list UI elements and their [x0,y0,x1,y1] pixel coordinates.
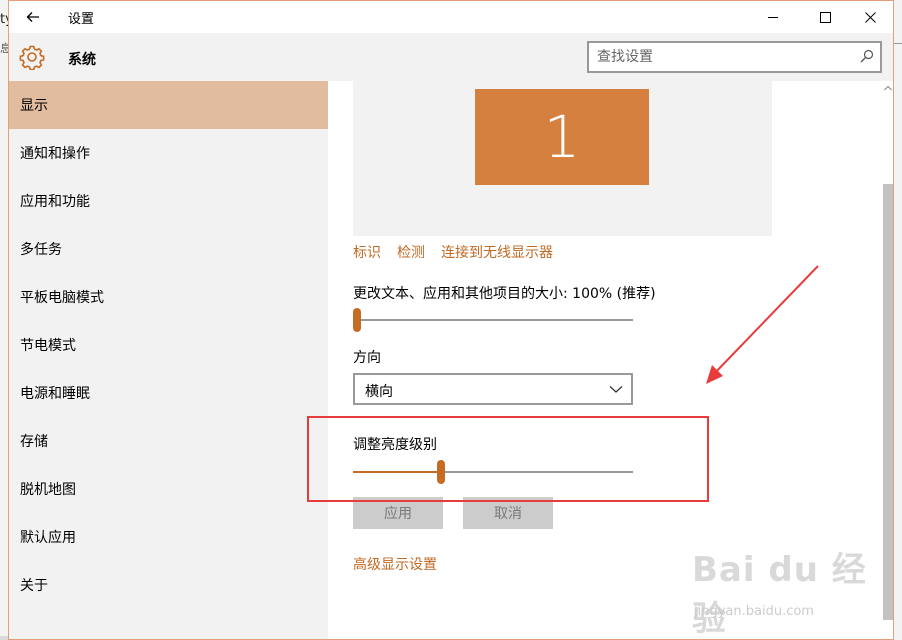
sidebar-item-apps-features[interactable]: 应用和功能 [9,177,328,225]
maximize-button[interactable] [802,1,848,33]
close-icon [864,11,876,23]
orientation-label: 方向 [353,350,381,366]
search-icon[interactable] [860,49,874,63]
scale-label: 更改文本、应用和其他项目的大小: 100% (推荐) [353,286,656,302]
annotation-highlight-box [307,416,709,502]
monitor-tile[interactable]: 1 [475,89,649,185]
display-preview: 1 [353,81,772,236]
scroll-up-button[interactable] [883,81,893,95]
slider-track [353,319,633,321]
background-divider [894,43,902,51]
window-title: 设置 [68,12,95,27]
sidebar-item-tablet-mode[interactable]: 平板电脑模式 [9,273,328,321]
sidebar-item-notifications[interactable]: 通知和操作 [9,129,328,177]
advanced-display-settings-link[interactable]: 高级显示设置 [353,554,437,574]
settings-header: 系统 [9,33,893,81]
page-title: 系统 [68,52,96,68]
sidebar-item-offline-maps[interactable]: 脱机地图 [9,465,328,513]
orientation-value: 横向 [365,384,393,400]
sidebar-item-about[interactable]: 关于 [9,561,328,609]
orientation-select[interactable]: 横向 [353,373,633,405]
scale-slider[interactable] [353,308,633,332]
display-actions: 标识 检测 连接到无线显示器 [353,242,553,262]
back-arrow-icon [26,12,39,22]
sidebar-item-power-sleep[interactable]: 电源和睡眠 [9,369,328,417]
background-app-right [894,0,902,640]
watermark-logo: Bai du 经验 [692,550,867,639]
minimize-icon [767,16,778,18]
back-button[interactable] [15,3,51,31]
slider-thumb[interactable] [353,308,361,332]
minimize-button[interactable] [750,1,796,33]
background-app-left: ty 息 [0,0,13,640]
sidebar-item-default-apps[interactable]: 默认应用 [9,513,328,561]
maximize-icon [819,11,831,23]
chevron-down-icon [609,386,623,393]
identify-link[interactable]: 标识 [353,242,381,262]
watermark-url: jingyan.baidu.com [694,604,814,619]
sidebar-item-display[interactable]: 显示 [9,81,328,129]
sidebar: 显示 通知和操作 应用和功能 多任务 平板电脑模式 节电模式 电源和睡眠 存储 … [9,81,328,639]
baidu-jingyan-watermark: Bai du 经验 jingyan.baidu.com [692,540,892,639]
sidebar-item-storage[interactable]: 存储 [9,417,328,465]
sidebar-item-battery-saver[interactable]: 节电模式 [9,321,328,369]
gear-icon [19,45,45,70]
title-bar: 设置 [9,1,893,33]
sidebar-item-multitasking[interactable]: 多任务 [9,225,328,273]
chevron-up-icon [884,85,892,91]
search-input[interactable] [597,47,847,67]
close-button[interactable] [847,1,893,33]
search-box[interactable] [587,41,882,73]
annotation-arrow [706,265,819,384]
detect-link[interactable]: 检测 [397,242,425,262]
connect-wireless-display-link[interactable]: 连接到无线显示器 [441,242,553,262]
